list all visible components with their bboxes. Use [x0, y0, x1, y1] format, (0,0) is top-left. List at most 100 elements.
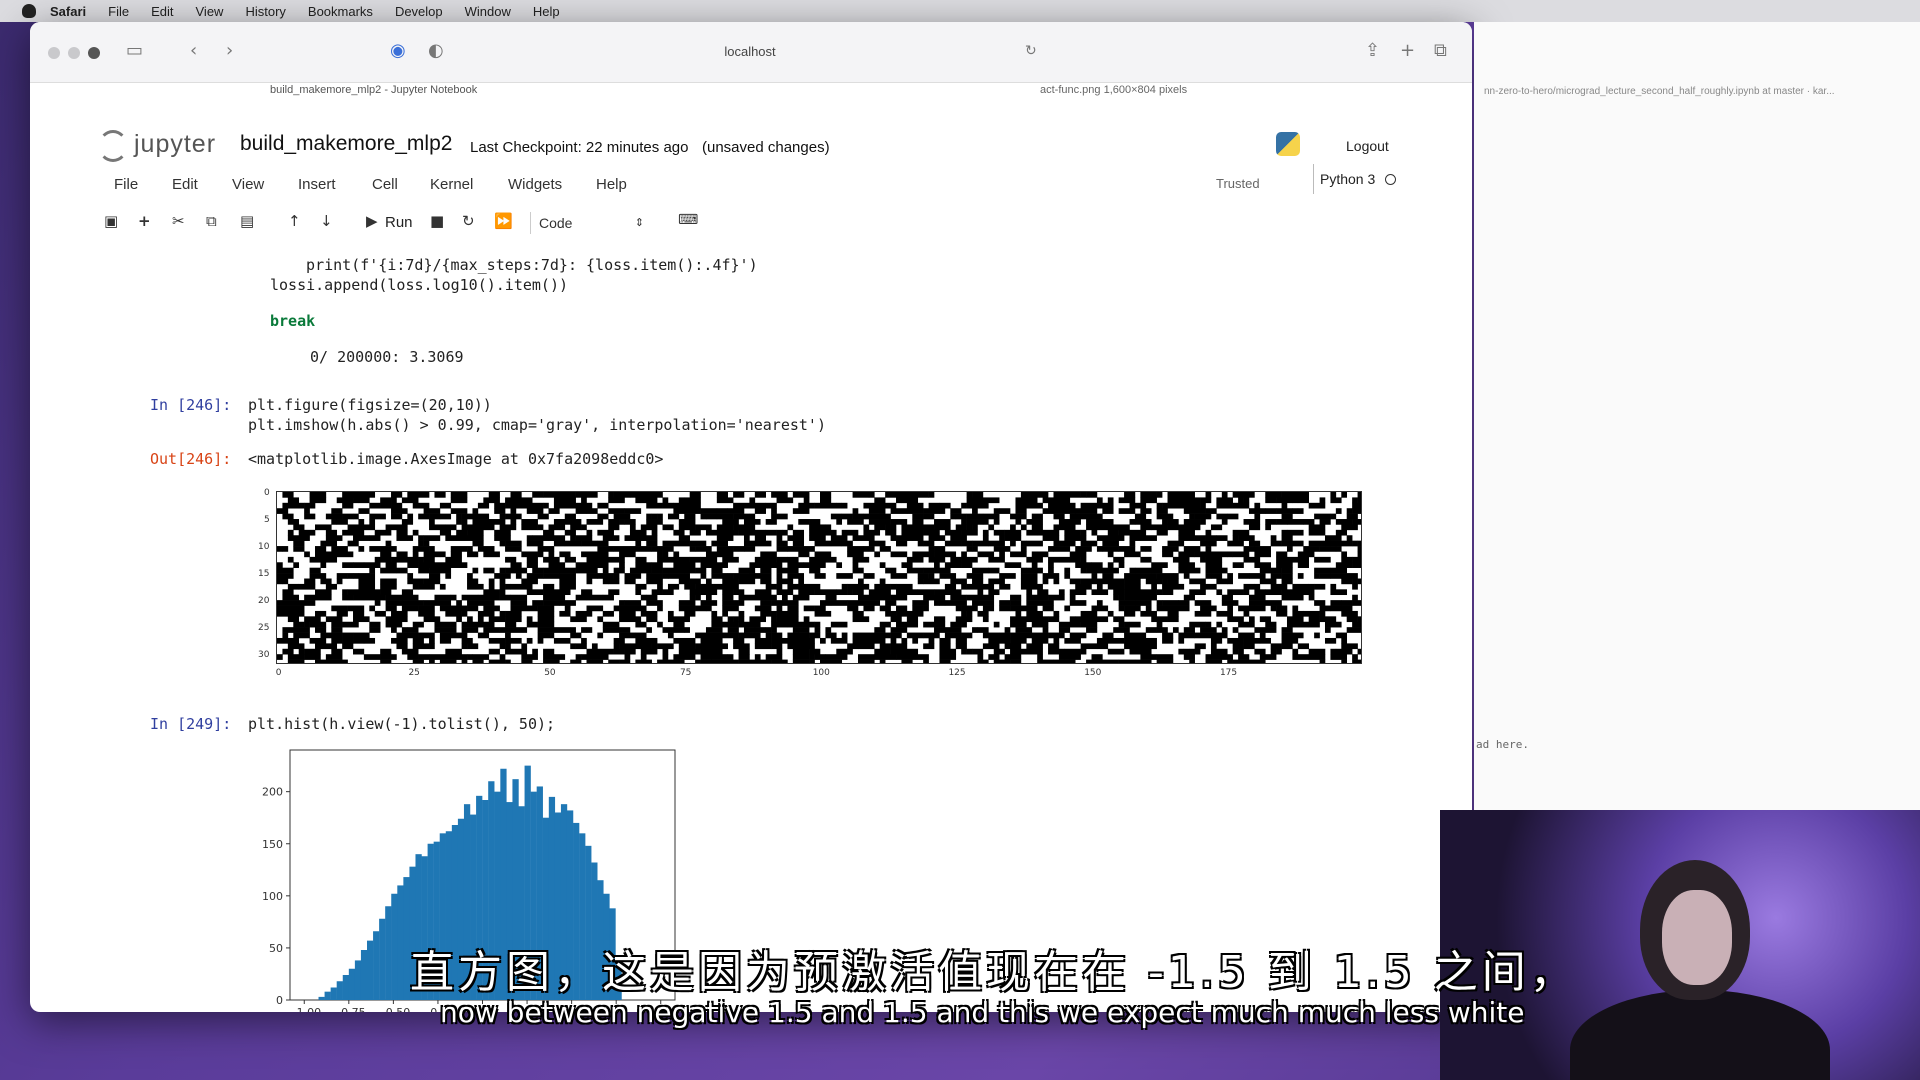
notebook-name[interactable]: build_makemore_mlp2	[240, 132, 452, 156]
jp-menu-cell[interactable]: Cell	[372, 176, 398, 193]
imshow-cell	[923, 513, 935, 520]
imshow-cell	[1341, 551, 1348, 558]
move-up-icon[interactable]: ↑	[288, 212, 301, 230]
jp-menu-edit[interactable]: Edit	[172, 176, 198, 193]
imshow-cell	[467, 573, 473, 579]
prev-cell-code-line-1[interactable]: print(f'{i:7d}/{max_steps:7d}: {loss.ite…	[288, 256, 758, 274]
sidebar-icon[interactable]: ▭	[126, 40, 143, 61]
jp-menu-widgets[interactable]: Widgets	[508, 176, 562, 193]
imshow-cell	[934, 589, 951, 596]
notebook-area[interactable]: print(f'{i:7d}/{max_steps:7d}: {loss.ite…	[30, 250, 1472, 1012]
apple-logo-icon[interactable]	[22, 4, 36, 18]
forward-icon[interactable]: ›	[226, 40, 233, 61]
address-bar[interactable]: localhost	[690, 44, 810, 59]
kernel-indicator[interactable]: Python 3	[1313, 164, 1397, 194]
menu-develop[interactable]: Develop	[395, 4, 443, 19]
imshow-cell	[1010, 513, 1027, 520]
imshow-cell	[591, 643, 598, 650]
imshow-cell	[1167, 519, 1179, 525]
jp-menu-file[interactable]: File	[114, 176, 138, 193]
insert-cell-icon[interactable]: +	[138, 212, 151, 230]
menu-window[interactable]: Window	[465, 4, 511, 19]
minimize-window-icon[interactable]	[68, 47, 80, 59]
imshow-cell	[765, 632, 772, 639]
cell-type-select[interactable]: Code ⇕	[530, 212, 650, 234]
prev-cell-code-line-3[interactable]: break	[270, 312, 315, 330]
run-button[interactable]: Run	[385, 214, 413, 231]
jp-menu-kernel[interactable]: Kernel	[430, 176, 473, 193]
menu-view[interactable]: View	[196, 4, 224, 19]
menu-bookmarks[interactable]: Bookmarks	[308, 4, 373, 19]
imshow-cell	[456, 654, 468, 660]
menu-edit[interactable]: Edit	[151, 4, 173, 19]
tab-title[interactable]: build_makemore_mlp2 - Jupyter Notebook	[270, 84, 477, 96]
share-icon[interactable]: ⇪	[1365, 40, 1380, 61]
imshow-cell	[564, 540, 582, 547]
save-icon[interactable]: ▣	[104, 212, 118, 230]
imshow-cell	[456, 529, 468, 536]
restart-run-all-icon[interactable]: ⏩	[494, 212, 513, 230]
imshow-cell	[1270, 573, 1282, 579]
cell-249-line-1[interactable]: plt.hist(h.view(-1).tolist(), 50);	[248, 715, 555, 733]
zoom-window-icon[interactable]	[88, 47, 100, 59]
cut-icon[interactable]: ✂	[172, 212, 185, 230]
preview-title[interactable]: nn-zero-to-hero/micrograd_lecture_second…	[1484, 86, 1835, 97]
trusted-indicator[interactable]: Trusted	[1216, 176, 1260, 191]
imshow-cell	[868, 492, 875, 498]
cell-249-prompt: In [249]:	[150, 715, 232, 733]
imshow-cell	[961, 556, 978, 563]
imshow-cell	[830, 540, 843, 547]
run-icon[interactable]: ▶	[366, 212, 378, 230]
reload-icon[interactable]: ↻	[1025, 43, 1037, 59]
menu-file[interactable]: File	[108, 4, 129, 19]
back-icon[interactable]: ‹	[190, 40, 197, 61]
imshow-cell	[776, 567, 788, 574]
imshow-cell	[564, 551, 571, 558]
restart-icon[interactable]: ↻	[462, 212, 475, 230]
imshow-cell	[526, 502, 544, 509]
paste-icon[interactable]: ▤	[240, 212, 254, 230]
cell-246-line-2[interactable]: plt.imshow(h.abs() > 0.99, cmap='gray', …	[248, 416, 826, 434]
imshow-cell	[890, 551, 908, 558]
tab-title-2[interactable]: act-func.png 1,600×804 pixels	[1040, 84, 1187, 96]
jp-menu-help[interactable]: Help	[596, 176, 627, 193]
logout-button[interactable]: Logout	[1346, 138, 1389, 154]
imshow-cell	[488, 637, 506, 644]
imshow-cell	[955, 605, 962, 612]
imshow-cell	[575, 610, 593, 617]
prev-cell-code-line-2[interactable]: lossi.append(loss.log10().item())	[270, 276, 568, 294]
imshow-cell	[445, 654, 457, 660]
move-down-icon[interactable]: ↓	[320, 212, 333, 230]
imshow-cell	[358, 583, 376, 590]
stop-icon[interactable]: ■	[430, 212, 444, 230]
imshow-cell	[581, 637, 587, 644]
imshow-cell	[1314, 513, 1331, 520]
jp-menu-view[interactable]: View	[232, 176, 264, 193]
imshow-cell	[450, 508, 468, 514]
imshow-cell	[1075, 535, 1087, 541]
imshow-cell	[722, 600, 739, 606]
shield-icon[interactable]: ◐	[428, 40, 444, 61]
cell-246-line-1[interactable]: plt.figure(figsize=(20,10))	[248, 396, 492, 414]
imshow-cell	[1026, 643, 1043, 650]
close-window-icon[interactable]	[48, 47, 60, 59]
privacy-report-icon[interactable]: ◉	[390, 40, 406, 61]
imshow-cell	[749, 567, 756, 574]
imshow-cell	[277, 567, 294, 574]
new-tab-icon[interactable]: +	[1400, 40, 1415, 61]
keyboard-icon[interactable]: ⌨	[678, 212, 698, 228]
menu-history[interactable]: History	[245, 4, 285, 19]
imshow-cell	[1178, 567, 1185, 574]
menu-help[interactable]: Help	[533, 4, 560, 19]
tabs-overview-icon[interactable]: ⧉	[1434, 40, 1447, 61]
jupyter-logo-text[interactable]: jupyter	[134, 130, 216, 159]
imshow-cell	[629, 524, 636, 531]
menu-safari[interactable]: Safari	[50, 4, 86, 19]
imshow-cell	[1091, 605, 1109, 612]
copy-icon[interactable]: ⧉	[206, 212, 217, 230]
imshow-cell	[972, 627, 978, 633]
imshow-cell	[939, 600, 946, 606]
jp-menu-insert[interactable]: Insert	[298, 176, 336, 193]
jupyter-logo-icon[interactable]	[98, 130, 128, 162]
imshow-cell	[662, 648, 669, 655]
